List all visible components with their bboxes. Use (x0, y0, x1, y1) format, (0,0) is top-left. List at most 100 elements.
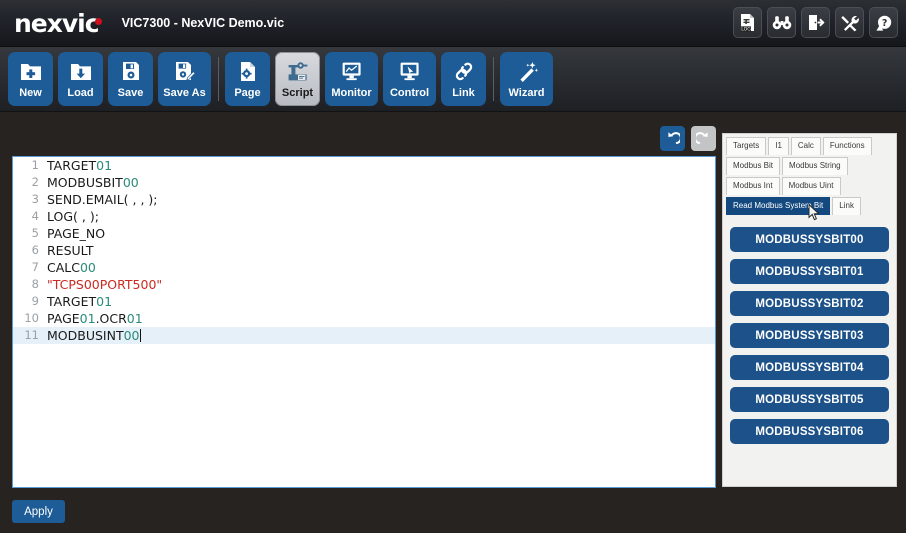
panel-tab-modbus-bit[interactable]: Modbus Bit (726, 157, 781, 175)
code-token: 01 (96, 158, 113, 173)
main-toolbar: New Load Save Save As Page Script Monito… (0, 47, 906, 112)
panel-tab-read-modbus-system-bit[interactable]: Read Modbus System Bit (726, 197, 831, 215)
code-line[interactable]: 6 RESULT (13, 242, 715, 259)
panel-tab-modbus-string[interactable]: Modbus String (782, 157, 848, 175)
panel-tab-calc[interactable]: Calc (790, 137, 821, 155)
help-question-icon[interactable]: ? (869, 7, 898, 38)
code-area[interactable]: 1 TARGET01 2 MODBUSBIT00 3 SEND.EMAIL( , , );… (13, 157, 715, 487)
svg-text:LOG: LOG (741, 27, 751, 32)
code-token: RESULT (47, 243, 94, 258)
toolbar-label-page: Page (234, 87, 261, 99)
undo-button[interactable] (660, 126, 685, 151)
line-number: 2 (31, 175, 39, 189)
panel-tab-link[interactable]: Link (832, 197, 861, 215)
code-line[interactable]: 1 TARGET01 (13, 157, 715, 174)
history-controls (660, 126, 716, 151)
code-line[interactable]: 4 LOG( , ); (13, 208, 715, 225)
line-number: 5 (31, 226, 39, 240)
code-line[interactable]: 8 "TCPS00PORT500" (13, 276, 715, 293)
line-number: 10 (24, 311, 39, 325)
line-number: 1 (31, 158, 39, 172)
panel-tab-i1[interactable]: I1 (768, 137, 789, 155)
toolbar-button-control[interactable]: Control (383, 52, 436, 106)
toolbar-label-new: New (19, 87, 42, 99)
line-number: 3 (31, 192, 39, 206)
toolbar-label-control: Control (389, 87, 430, 99)
logo-red-dot (94, 17, 102, 25)
modbus-sysbit-list: MODBUSSYSBIT00 MODBUSSYSBIT01 MODBUSSYSBIT… (723, 221, 896, 444)
toolbar-label-monitor: Monitor (331, 87, 372, 99)
toolbar-button-load[interactable]: Load (58, 52, 103, 106)
line-number: 11 (24, 328, 39, 342)
modbus-sysbit-button[interactable]: MODBUSSYSBIT05 (730, 387, 889, 412)
monitor-chart-icon (341, 57, 363, 85)
code-line[interactable]: 11 MODBUSINT00 (13, 327, 715, 344)
code-token: .OCR (95, 311, 127, 326)
titlebar-icon-group: LOG ? (733, 7, 898, 38)
script-machine-icon (287, 57, 309, 85)
code-token: MODBUSBIT (47, 175, 123, 190)
code-token: MODBUSINT (47, 328, 124, 343)
chain-link-icon (454, 57, 474, 85)
tools-icon[interactable] (835, 7, 864, 38)
code-token: 00 (122, 175, 139, 190)
code-line[interactable]: 9 TARGET01 (13, 293, 715, 310)
log-icon[interactable]: LOG (733, 7, 762, 38)
line-number: 7 (31, 260, 39, 274)
toolbar-label-save-as: Save As (163, 87, 206, 99)
toolbar-label-wizard: Wizard (508, 87, 545, 99)
toolbar-label-script: Script (281, 87, 314, 99)
code-line[interactable]: 2 MODBUSBIT00 (13, 174, 715, 191)
exit-door-icon[interactable] (801, 7, 830, 38)
toolbar-button-script[interactable]: Script (275, 52, 320, 106)
nexvic-logo: nexvic (14, 11, 106, 36)
code-line[interactable]: 3 SEND.EMAIL( , , ); (13, 191, 715, 208)
code-token: "TCPS00PORT500" (47, 277, 163, 292)
script-editor[interactable]: 1 TARGET01 2 MODBUSBIT00 3 SEND.EMAIL( , , );… (12, 156, 716, 488)
panel-tab-targets[interactable]: Targets (726, 137, 767, 155)
toolbar-button-link[interactable]: Link (441, 52, 486, 106)
application-window: nexvic VIC7300 - NexVIC Demo.vic LOG ? N… (0, 0, 906, 533)
control-screen-icon (399, 57, 421, 85)
toolbar-label-link: Link (452, 87, 475, 99)
toolbar-button-save[interactable]: Save (108, 52, 153, 106)
modbus-sysbit-button[interactable]: MODBUSSYSBIT01 (730, 259, 889, 284)
panel-tab-modbus-int[interactable]: Modbus Int (726, 177, 780, 195)
text-caret (139, 329, 141, 342)
title-bar: nexvic VIC7300 - NexVIC Demo.vic LOG ? (0, 0, 906, 47)
redo-button[interactable] (691, 126, 716, 151)
binoculars-icon[interactable] (767, 7, 796, 38)
magic-wand-icon (516, 57, 538, 85)
toolbar-button-monitor[interactable]: Monitor (325, 52, 378, 106)
code-token: PAGE_NO (47, 226, 106, 241)
toolbar-button-save-as[interactable]: Save As (158, 52, 211, 106)
modbus-sysbit-button[interactable]: MODBUSSYSBIT03 (730, 323, 889, 348)
apply-button[interactable]: Apply (12, 500, 65, 523)
code-token: 00 (79, 260, 96, 275)
insert-panel: Targets I1 Calc Functions Modbus Bit Modbus S… (722, 133, 897, 487)
toolbar-button-new[interactable]: New (8, 52, 53, 106)
panel-tab-functions[interactable]: Functions (822, 137, 872, 155)
modbus-sysbit-button[interactable]: MODBUSSYSBIT04 (730, 355, 889, 380)
modbus-sysbit-button[interactable]: MODBUSSYSBIT02 (730, 291, 889, 316)
code-token: 01 (126, 311, 143, 326)
page-gear-icon (238, 57, 258, 85)
code-line[interactable]: 7 CALC00 (13, 259, 715, 276)
modbus-sysbit-button[interactable]: MODBUSSYSBIT06 (730, 419, 889, 444)
panel-tab-row: Targets I1 Calc Functions Modbus Bit Modbus S… (723, 134, 896, 215)
code-token: LOG( , ); (47, 209, 99, 224)
panel-tab-modbus-uint[interactable]: Modbus Uint (781, 177, 841, 195)
code-token: SEND.EMAIL( , , ); (47, 192, 158, 207)
window-title: VIC7300 - NexVIC Demo.vic (121, 16, 285, 30)
code-line[interactable]: 10 PAGE01.OCR01 (13, 310, 715, 327)
toolbar-separator-1 (218, 57, 219, 101)
toolbar-button-wizard[interactable]: Wizard (500, 52, 553, 106)
code-token: TARGET (47, 294, 97, 309)
toolbar-label-save: Save (117, 87, 144, 99)
toolbar-button-page[interactable]: Page (225, 52, 270, 106)
line-number: 8 (31, 277, 39, 291)
code-token: PAGE (47, 311, 80, 326)
modbus-sysbit-button[interactable]: MODBUSSYSBIT00 (730, 227, 889, 252)
svg-text:?: ? (881, 17, 887, 28)
code-line[interactable]: 5 PAGE_NO (13, 225, 715, 242)
